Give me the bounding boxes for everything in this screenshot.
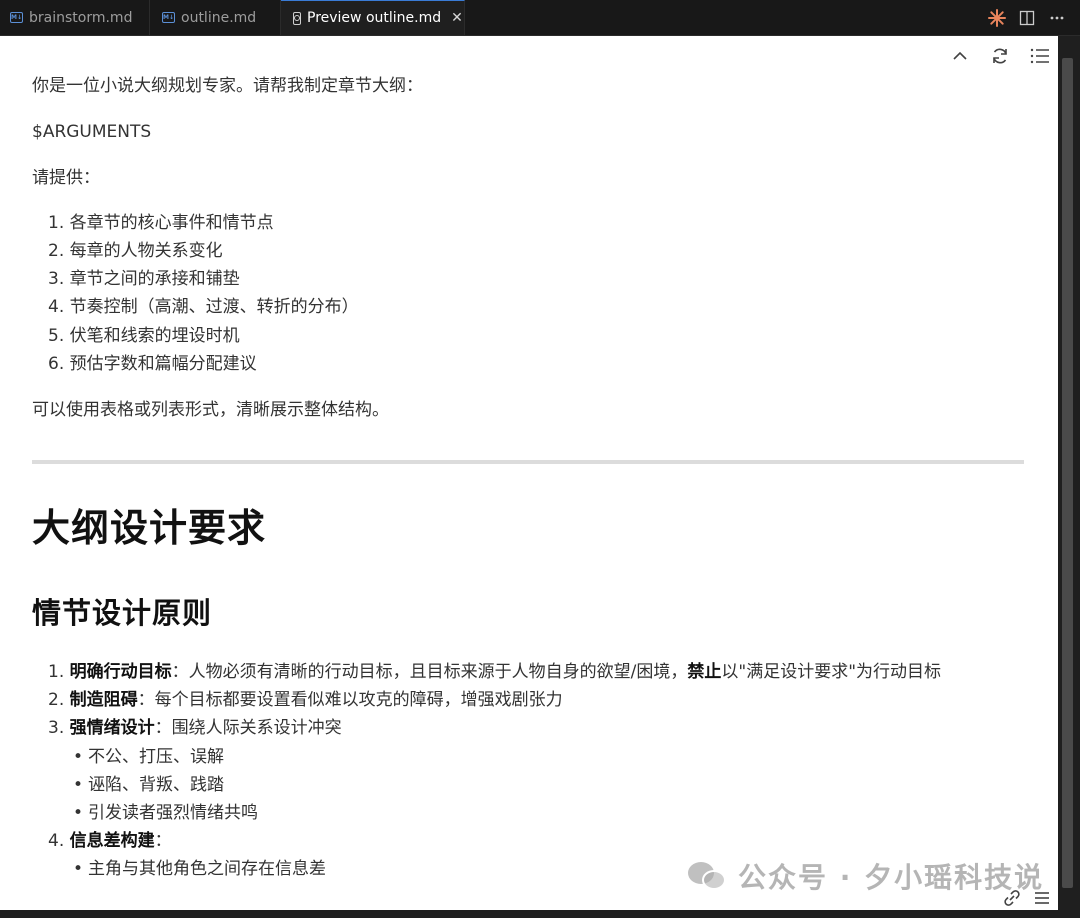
tab-label: outline.md (181, 9, 257, 26)
bullet-item: 引发读者强烈情绪共鸣 (73, 799, 258, 827)
arguments-paragraph: $ARGUMENTS (32, 122, 152, 142)
principle-item: 4. 信息差构建： (48, 831, 172, 851)
heading-1: 大纲设计要求 (32, 506, 267, 550)
principle-item: 3. 强情绪设计：围绕人际关系设计冲突 (48, 718, 342, 738)
tab-outline[interactable]: M↓ outline.md (150, 0, 281, 35)
principle-item: 2. 制造阻碍：每个目标都要设置看似难以攻克的障碍，增强戏剧张力 (48, 690, 563, 710)
preview-icon (293, 11, 301, 25)
split-editor-icon[interactable] (1018, 9, 1036, 27)
editor-tab-bar: M↓ brainstorm.md M↓ outline.md Preview o… (0, 0, 1080, 36)
list-item: 6. 预估字数和篇幅分配建议 (48, 354, 257, 374)
heading-2: 情节设计原则 (32, 596, 213, 630)
tab-preview-outline[interactable]: Preview outline.md ✕ (281, 0, 465, 35)
watermark: 公众号 · 夕小瑶科技说 (688, 856, 1044, 896)
list-item: 3. 章节之间的承接和铺垫 (48, 269, 240, 289)
corner-tools (1002, 888, 1052, 912)
bullet-item: 主角与其他角色之间存在信息差 (73, 855, 326, 883)
link-icon[interactable] (1002, 888, 1022, 912)
provide-paragraph: 请提供： (32, 168, 100, 188)
intro-paragraph: 你是一位小说大纲规划专家。请帮我制定章节大纲： (32, 76, 423, 96)
horizontal-rule (32, 460, 1024, 464)
scrollbar-thumb[interactable] (1062, 58, 1073, 888)
menu-icon[interactable] (1032, 888, 1052, 912)
watermark-text: 公众号 · 夕小瑶科技说 (738, 861, 1045, 894)
list-item: 5. 伏笔和线索的埋设时机 (48, 326, 240, 346)
preview-toolbar (950, 46, 1050, 66)
refresh-icon[interactable] (990, 46, 1010, 66)
chevron-up-icon[interactable] (950, 46, 970, 66)
tab-label: Preview outline.md (307, 10, 442, 26)
list-item: 2. 每章的人物关系变化 (48, 241, 223, 261)
bullet-item: 不公、打压、误解 (73, 743, 224, 771)
close-icon[interactable]: ✕ (451, 10, 463, 26)
closing-paragraph: 可以使用表格或列表形式，清晰展示整体结构。 (32, 400, 389, 420)
list-item: 4. 节奏控制（高潮、过渡、转折的分布） (48, 297, 359, 317)
tab-label: brainstorm.md (29, 9, 133, 26)
vertical-scrollbar[interactable] (1058, 36, 1080, 910)
markdown-preview: 你是一位小说大纲规划专家。请帮我制定章节大纲： $ARGUMENTS 请提供： … (0, 36, 1058, 910)
tab-brainstorm[interactable]: M↓ brainstorm.md (0, 0, 150, 35)
bottom-border (0, 910, 1080, 918)
outline-list-icon[interactable] (1030, 46, 1050, 66)
wechat-icon (688, 860, 728, 892)
list-item: 1. 各章节的核心事件和情节点 (48, 213, 274, 233)
markdown-icon: M↓ (162, 12, 175, 23)
editor-actions (988, 0, 1080, 35)
principle-item: 1. 明确行动目标：人物必须有清晰的行动目标，且目标来源于人物自身的欲望/困境，… (48, 662, 942, 682)
bullet-item: 诬陷、背叛、践踏 (73, 771, 224, 799)
more-actions-icon[interactable] (1048, 9, 1066, 27)
spark-icon[interactable] (988, 8, 1006, 27)
markdown-icon: M↓ (10, 12, 23, 23)
